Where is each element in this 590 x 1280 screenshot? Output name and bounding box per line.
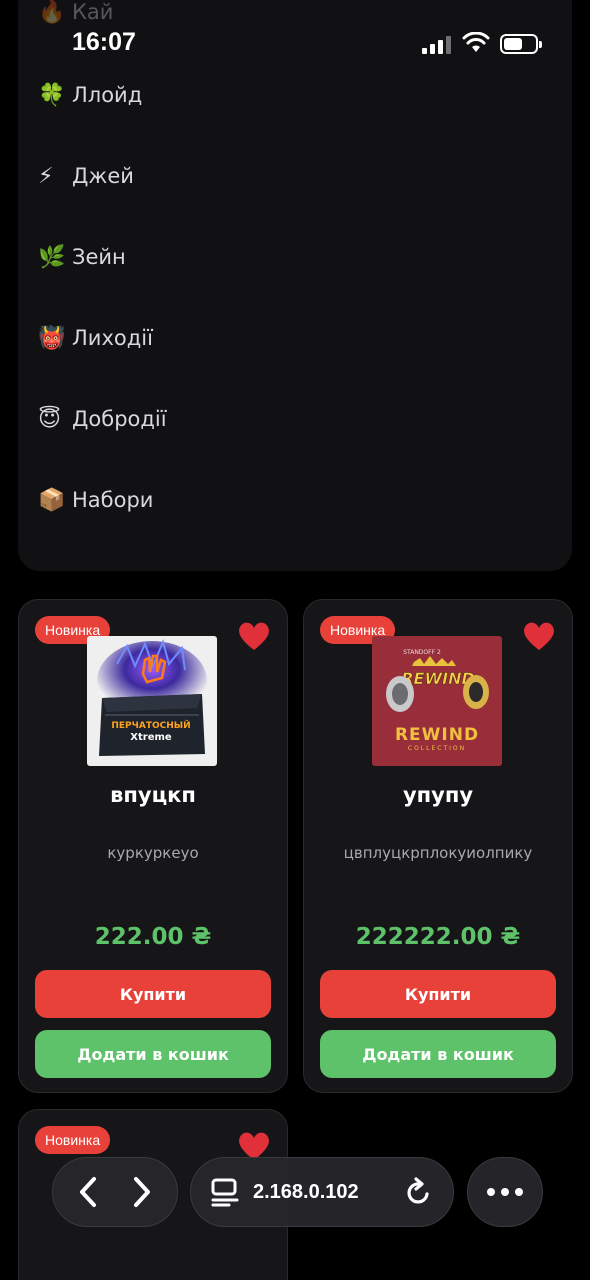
product-price: 222.00 ₴ [94,924,212,950]
category-menu: 🔥 Кай 🍀 Ллойд ⚡ Джей 🌿 Зейн 👹 Лиходії 😇 … [18,0,572,571]
rewind-top-label: STANDOFF 2 [403,649,441,656]
menu-item-label: Ллойд [72,83,143,107]
product-title: упупу [402,783,474,807]
wifi-icon [462,32,490,52]
menu-item-zane[interactable]: 🌿 Зейн [38,237,126,277]
chest-label-line1: ПЕРЧАТОСНЫЙ [111,719,190,731]
product-card[interactable]: Новинка ПЕРЧАТОСНЫЙ Xtreme впуцкп куркур… [18,599,288,1093]
menu-item-jay[interactable]: ⚡ Джей [38,156,134,196]
buy-button[interactable]: Купити [320,970,556,1018]
more-options-button[interactable] [467,1157,543,1227]
package-icon: 📦 [38,487,66,513]
ellipsis-icon [487,1188,523,1196]
battery-icon [500,34,542,54]
product-image[interactable]: STANDOFF 2 REWIND REWIND COLLECTION [372,636,502,766]
clover-icon: 🍀 [38,82,66,108]
cellular-signal-icon [422,36,451,54]
menu-item-heroes[interactable]: 😇 Добродії [38,399,167,439]
product-image[interactable]: ПЕРЧАТОСНЫЙ Xtreme [87,636,217,766]
lightning-icon: ⚡ [38,163,54,189]
ogre-icon: 👹 [38,325,66,351]
heart-icon[interactable] [522,620,556,652]
address-bar[interactable]: 2.168.0.102 [190,1157,454,1227]
new-badge: Новинка [35,1126,111,1154]
rewind-title: REWIND [395,725,479,745]
menu-item-sets[interactable]: 📦 Набори [38,480,153,520]
product-image-rewind: STANDOFF 2 REWIND REWIND COLLECTION [372,636,502,766]
browser-nav-controls [52,1157,178,1227]
chest-label-line2: Xtreme [130,732,172,743]
reload-icon[interactable] [405,1177,433,1207]
herb-icon: 🌿 [38,244,66,270]
halo-face-icon: 😇 [38,406,61,432]
product-title: впуцкп [110,783,196,807]
product-price: 222222.00 ₴ [355,924,521,950]
menu-item-label: Набори [72,488,154,512]
rewind-subtitle: COLLECTION [408,745,466,752]
product-description: куркуркеуо [107,844,199,862]
product-card[interactable]: Новинка STANDOFF 2 REWIND REWIND COLLECT… [303,599,573,1093]
menu-item-label: Джей [72,164,134,188]
buy-button[interactable]: Купити [35,970,271,1018]
url-text: 2.168.0.102 [253,1180,359,1203]
product-description: цвплуцкрплокуиолпику [343,844,533,862]
heart-icon[interactable] [237,620,271,652]
add-to-cart-button[interactable]: Додати в кошик [320,1030,556,1078]
forward-arrow-icon[interactable] [126,1174,156,1210]
menu-item-lloyd[interactable]: 🍀 Ллойд [38,75,142,115]
add-to-cart-button[interactable]: Додати в кошик [35,1030,271,1078]
page-menu-icon[interactable] [211,1177,239,1207]
back-arrow-icon[interactable] [74,1174,104,1210]
menu-item-label: Лиходії [72,326,153,350]
menu-item-label: Добродії [72,407,167,431]
status-bar: 16:07 [0,0,590,70]
menu-item-villains[interactable]: 👹 Лиходії [38,318,153,358]
menu-item-label: Зейн [72,245,126,269]
rewind-logo: REWIND [401,669,475,688]
product-image-chest: ПЕРЧАТОСНЫЙ Xtreme [87,636,217,766]
status-time: 16:07 [72,28,136,56]
